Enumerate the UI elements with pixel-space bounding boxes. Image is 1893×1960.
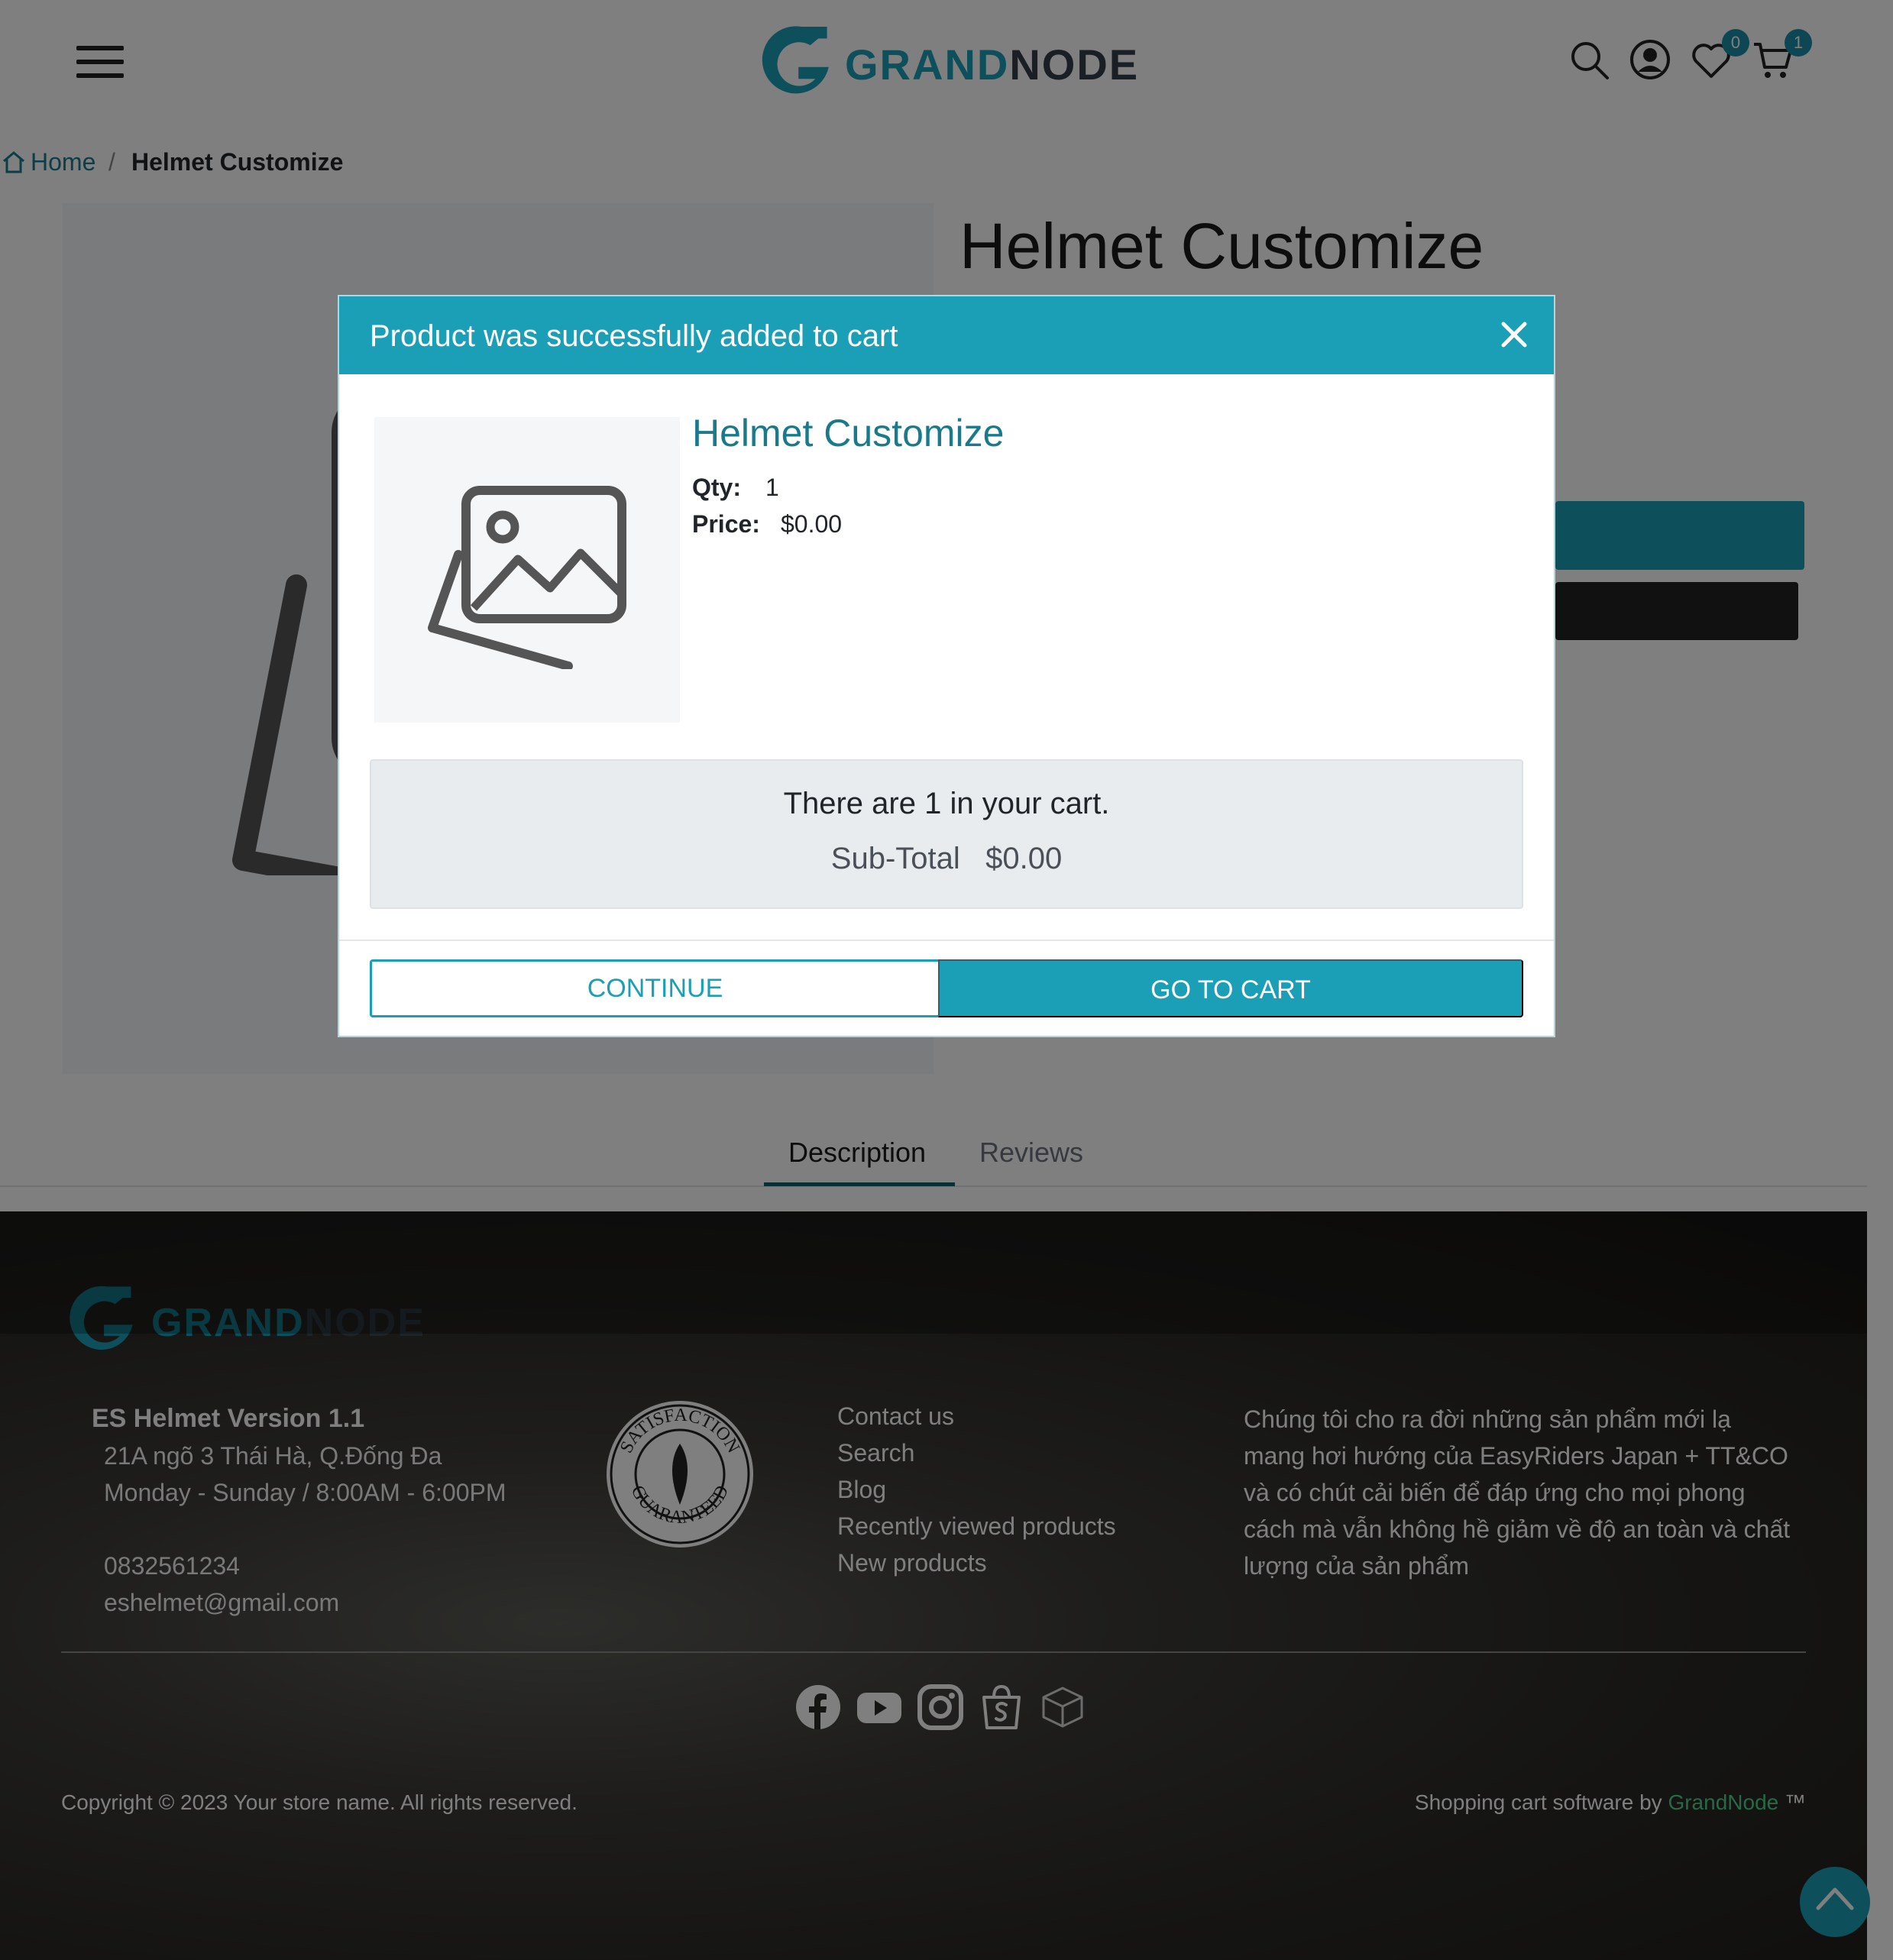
modal-header: Product was successfully added to cart [339,296,1554,374]
go-to-cart-button[interactable]: GO TO CART [938,959,1523,1017]
subtotal-line: Sub-Total $0.00 [371,842,1522,876]
price-label: Price: [692,510,760,538]
close-icon[interactable] [1493,313,1535,356]
subtotal-value: $0.00 [985,842,1063,875]
modal-footer-divider [339,940,1554,941]
modal-product-image [374,417,680,723]
price-value: $0.00 [781,510,843,538]
modal-product-name[interactable]: Helmet Customize [692,411,1004,455]
qty-value: 1 [765,474,779,501]
modal-title: Product was successfully added to cart [370,319,898,353]
add-to-cart-modal: Product was successfully added to cart H… [338,295,1555,1037]
qty-label: Qty: [692,474,741,501]
continue-button[interactable]: CONTINUE [370,959,938,1017]
subtotal-label: Sub-Total [830,842,960,875]
image-placeholder-icon [428,486,626,669]
modal-backdrop-band [0,1211,1867,1334]
cart-summary-box: There are 1 in your cart. Sub-Total $0.0… [370,759,1523,909]
cart-summary-text: There are 1 in your cart. [783,787,1110,820]
